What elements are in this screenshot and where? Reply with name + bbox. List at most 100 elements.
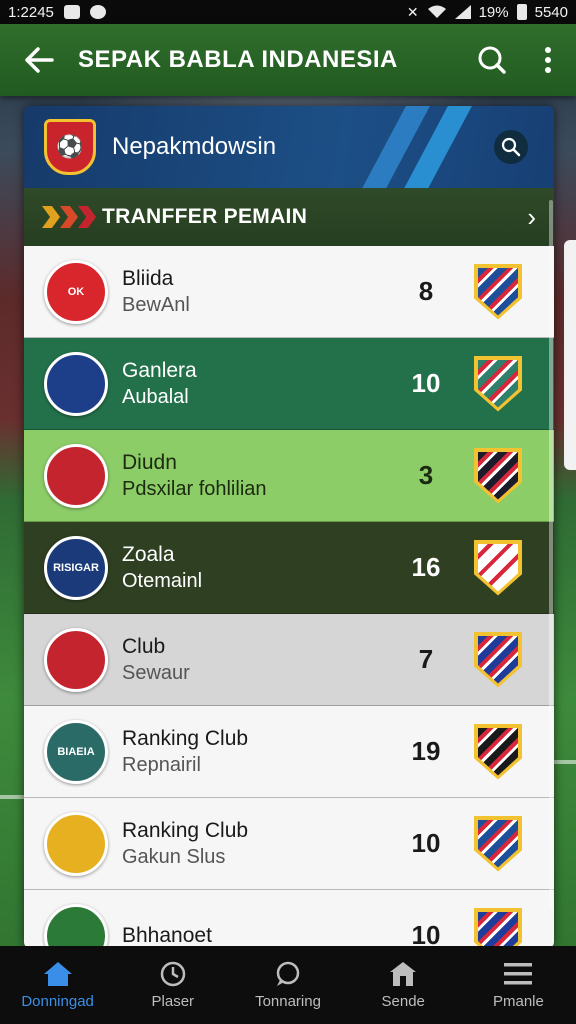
shield-inner bbox=[478, 727, 518, 776]
club-name: Nepakmdowsin bbox=[112, 133, 277, 160]
search-button[interactable] bbox=[464, 24, 520, 96]
arrow-left-icon bbox=[25, 47, 54, 73]
nav-item-menu[interactable]: Pmanle bbox=[461, 946, 576, 1024]
club-shield-icon bbox=[474, 539, 522, 596]
adjacent-card-peek bbox=[564, 240, 576, 470]
shield-inner bbox=[478, 911, 518, 948]
pitch-line bbox=[0, 795, 24, 799]
notification-icon bbox=[63, 5, 80, 19]
chevron-right-icon: › bbox=[527, 201, 536, 232]
nav-label: Plaser bbox=[151, 992, 195, 1010]
transfer-row[interactable]: Ranking Club Gakun Slus 10 bbox=[24, 798, 554, 890]
row-text: Bliida BewAnl bbox=[122, 266, 362, 318]
clock-icon bbox=[158, 961, 188, 987]
app-bar: SEPAK BABLA INDANESIA bbox=[0, 24, 576, 96]
row-number: 10 bbox=[411, 828, 441, 858]
mute-icon: ✕ bbox=[406, 3, 419, 20]
back-button[interactable] bbox=[0, 24, 78, 96]
building-icon bbox=[388, 961, 418, 987]
nav-label: Sende bbox=[381, 992, 425, 1010]
transfer-card: ⚽ Nepakmdowsin TRANFFER PEMAIN › OK Bliid… bbox=[24, 106, 554, 948]
club-logo-text: BIAEIA bbox=[57, 745, 95, 758]
row-subtitle: Gakun Slus bbox=[122, 845, 226, 868]
row-number: 10 bbox=[411, 920, 441, 948]
row-text: Zoala Otemainl bbox=[122, 542, 362, 594]
nav-item-home[interactable]: Donningad bbox=[0, 946, 115, 1024]
row-title: Zoala bbox=[122, 542, 175, 566]
row-number: 7 bbox=[418, 644, 434, 674]
nav-item-training[interactable]: Tonnaring bbox=[230, 946, 345, 1024]
club-logo-icon bbox=[44, 443, 108, 508]
transfer-row[interactable]: Bhhanoet 10 bbox=[24, 890, 554, 948]
chevrons-icon bbox=[42, 206, 96, 228]
scrollbar[interactable] bbox=[549, 200, 553, 910]
row-text: Ranking Club Repnairil bbox=[122, 726, 362, 778]
row-title: Ganlera bbox=[122, 358, 197, 382]
shield-notification-icon bbox=[89, 5, 106, 19]
chevron-icon bbox=[42, 206, 60, 228]
shield-inner bbox=[478, 543, 518, 592]
chat-icon bbox=[273, 961, 303, 987]
signal-icon bbox=[454, 5, 471, 19]
row-number: 10 bbox=[411, 368, 441, 398]
club-logo-icon bbox=[44, 903, 108, 948]
club-logo-icon bbox=[44, 627, 108, 692]
shield-inner bbox=[478, 451, 518, 500]
section-title: TRANFFER PEMAIN bbox=[102, 205, 308, 228]
transfer-row[interactable]: BIAEIA Ranking Club Repnairil 19 bbox=[24, 706, 554, 798]
menu-icon bbox=[503, 961, 533, 987]
transfer-row[interactable]: Diudn Pdsxilar fohlilian 3 bbox=[24, 430, 554, 522]
club-logo-text: RISIGAR bbox=[53, 561, 99, 574]
row-number: 3 bbox=[418, 460, 434, 490]
row-text: Ranking Club Gakun Slus bbox=[122, 818, 362, 870]
app-title: SEPAK BABLA INDANESIA bbox=[78, 46, 398, 73]
club-header: ⚽ Nepakmdowsin bbox=[24, 106, 554, 188]
club-search-button[interactable] bbox=[494, 130, 528, 164]
row-title: Club bbox=[122, 634, 166, 658]
nav-item-player[interactable]: Plaser bbox=[115, 946, 230, 1024]
more-options-button[interactable] bbox=[520, 24, 576, 96]
club-logo-text: OK bbox=[67, 285, 85, 298]
club-shield-icon bbox=[474, 355, 522, 412]
status-extra: 5540 bbox=[534, 3, 568, 21]
battery-percent: 19% bbox=[478, 3, 509, 21]
club-logo-icon: OK bbox=[44, 259, 108, 324]
home-icon bbox=[43, 961, 73, 987]
transfer-row[interactable]: OK Bliida BewAnl 8 bbox=[24, 246, 554, 338]
row-number: 19 bbox=[411, 736, 441, 766]
more-vertical-icon bbox=[545, 47, 551, 73]
club-shield-icon bbox=[474, 815, 522, 872]
battery-icon bbox=[516, 4, 527, 20]
row-subtitle: Pdsxilar fohlilian bbox=[122, 477, 267, 500]
row-subtitle: Sewaur bbox=[122, 661, 190, 684]
nav-label: Donningad bbox=[21, 992, 94, 1010]
club-crest-icon: ⚽ bbox=[44, 119, 96, 175]
transfer-row[interactable]: Club Sewaur 7 bbox=[24, 614, 554, 706]
bottom-navigation: Donningad Plaser Tonnaring Sende Pmanle bbox=[0, 946, 576, 1024]
row-title: Ranking Club bbox=[122, 726, 249, 750]
nav-label: Pmanle bbox=[492, 992, 544, 1010]
nav-item-stadium[interactable]: Sende bbox=[346, 946, 461, 1024]
row-title: Ranking Club bbox=[122, 818, 249, 842]
transfer-row[interactable]: RISIGAR Zoala Otemainl 16 bbox=[24, 522, 554, 614]
row-title: Bhhanoet bbox=[122, 923, 212, 947]
shield-inner bbox=[478, 359, 518, 408]
club-shield-icon bbox=[474, 723, 522, 780]
shield-inner bbox=[478, 267, 518, 316]
wifi-icon bbox=[427, 5, 446, 18]
row-subtitle: Aubalal bbox=[122, 385, 189, 408]
row-text: Diudn Pdsxilar fohlilian bbox=[122, 450, 362, 502]
chevron-icon bbox=[78, 206, 96, 228]
chevron-icon bbox=[60, 206, 78, 228]
section-transfer-header[interactable]: TRANFFER PEMAIN › bbox=[24, 188, 554, 246]
transfer-list: OK Bliida BewAnl 8 Ganlera Aubalal 10 Diudn Pdsx… bbox=[24, 246, 554, 948]
transfer-row[interactable]: Ganlera Aubalal 10 bbox=[24, 338, 554, 430]
row-subtitle: BewAnl bbox=[122, 293, 190, 316]
club-logo-icon: RISIGAR bbox=[44, 535, 108, 600]
club-logo-icon: BIAEIA bbox=[44, 719, 108, 784]
club-logo-icon bbox=[44, 351, 108, 416]
row-subtitle: Otemainl bbox=[122, 569, 203, 592]
club-shield-icon bbox=[474, 447, 522, 504]
search-icon bbox=[501, 137, 521, 157]
shield-inner bbox=[478, 635, 518, 684]
